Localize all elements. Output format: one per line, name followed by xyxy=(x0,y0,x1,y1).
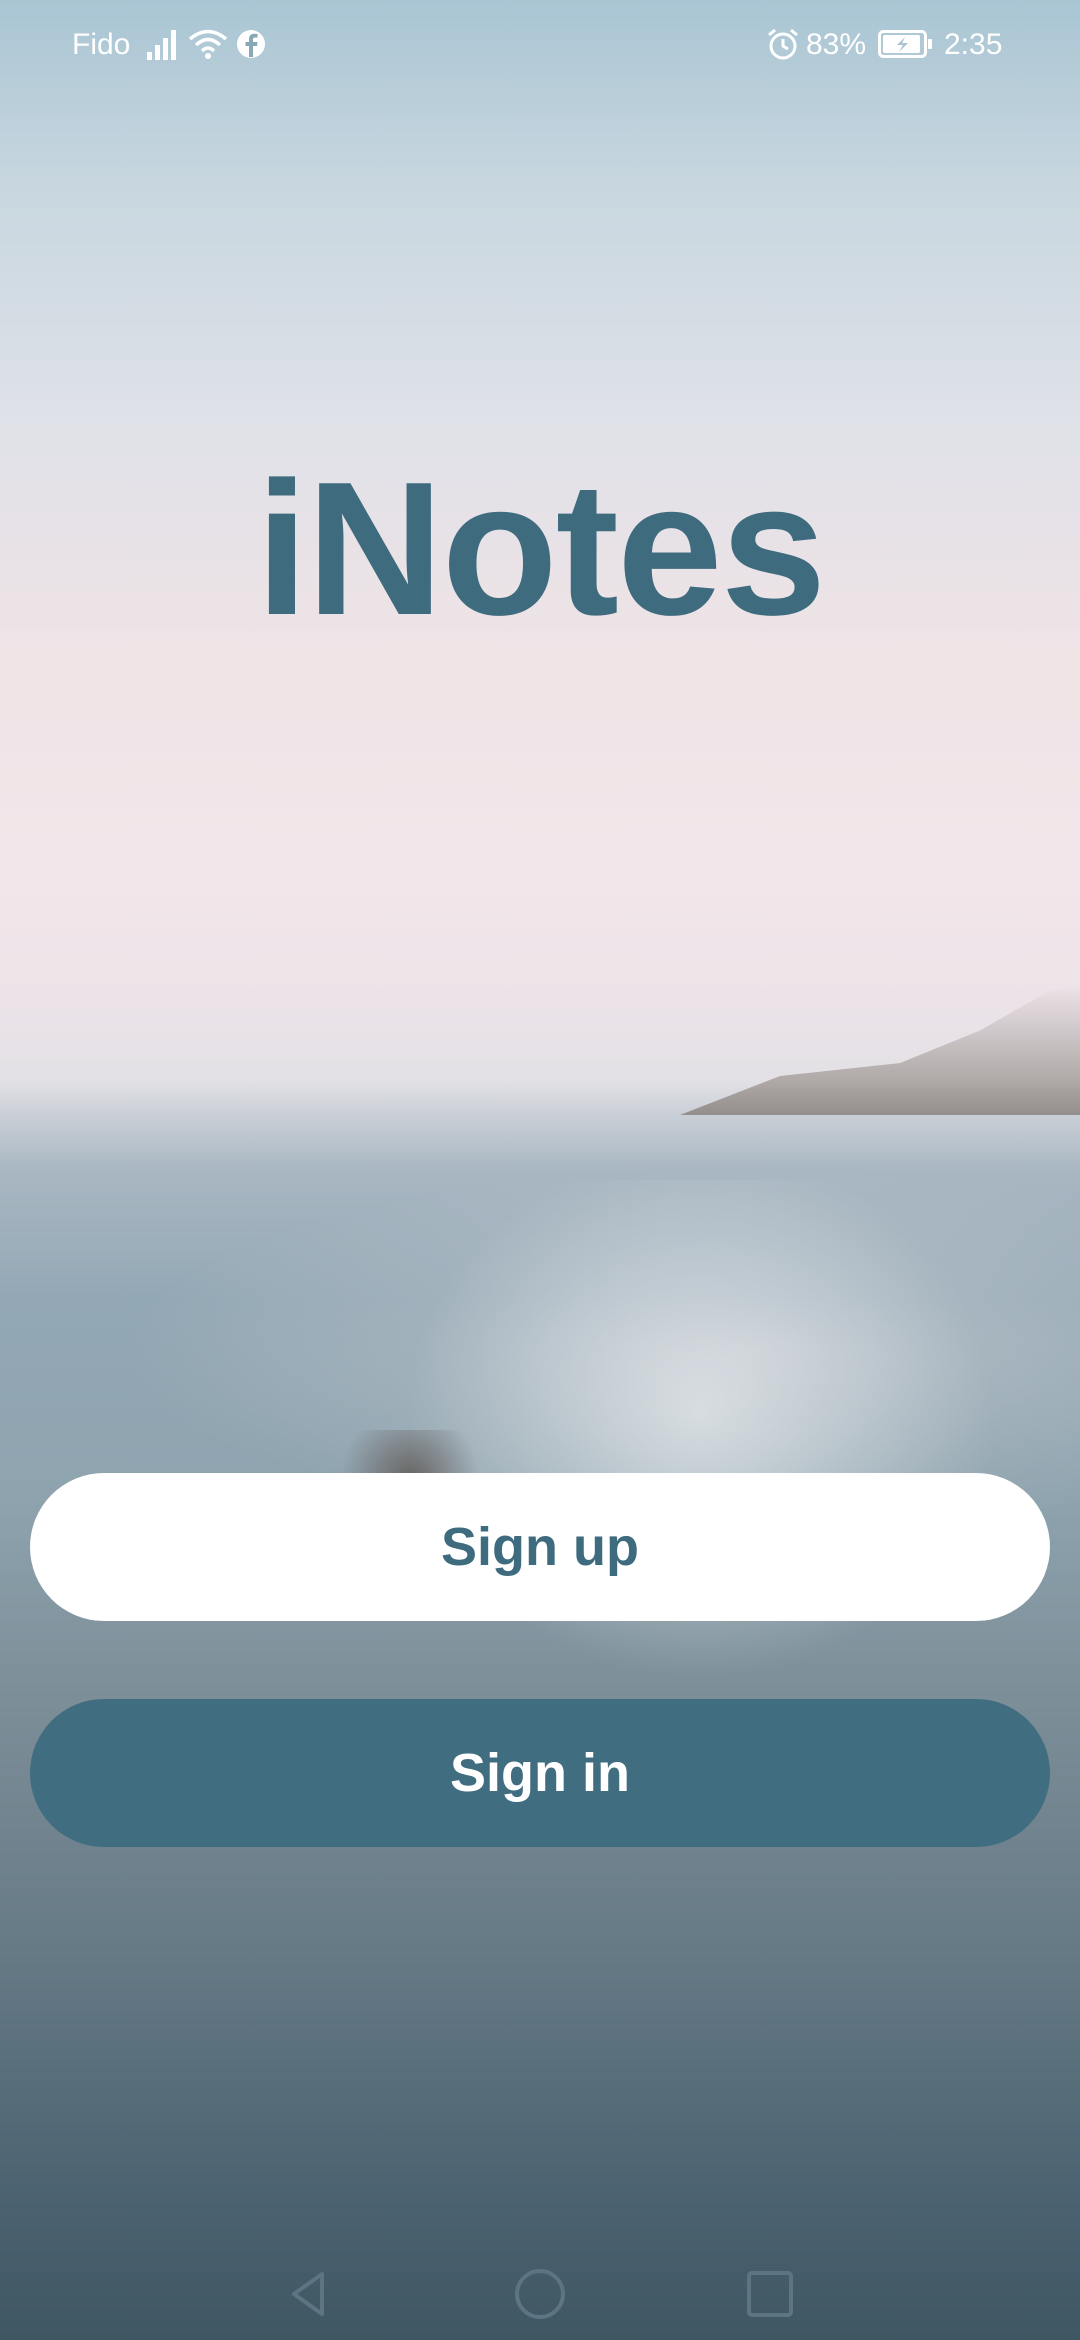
carrier-label: Fido xyxy=(72,28,131,61)
home-icon[interactable] xyxy=(510,2264,570,2324)
signal-icon xyxy=(146,26,182,62)
battery-percentage: 83% xyxy=(806,28,867,61)
wifi-icon xyxy=(188,26,228,62)
battery-charging-icon xyxy=(878,26,934,62)
navigation-bar xyxy=(0,2240,1080,2340)
sign-up-button[interactable]: Sign up xyxy=(30,1473,1050,1621)
app-title: iNotes xyxy=(255,443,827,655)
alarm-icon xyxy=(766,26,800,62)
background-image xyxy=(0,0,1080,2340)
clock: 2:35 xyxy=(944,28,1003,61)
facebook-icon xyxy=(236,26,266,62)
recents-icon[interactable] xyxy=(740,2264,800,2324)
back-icon[interactable] xyxy=(280,2264,340,2324)
sign-in-button[interactable]: Sign in xyxy=(30,1699,1050,1847)
status-bar: Fido 83% 2:35 xyxy=(0,0,1080,90)
